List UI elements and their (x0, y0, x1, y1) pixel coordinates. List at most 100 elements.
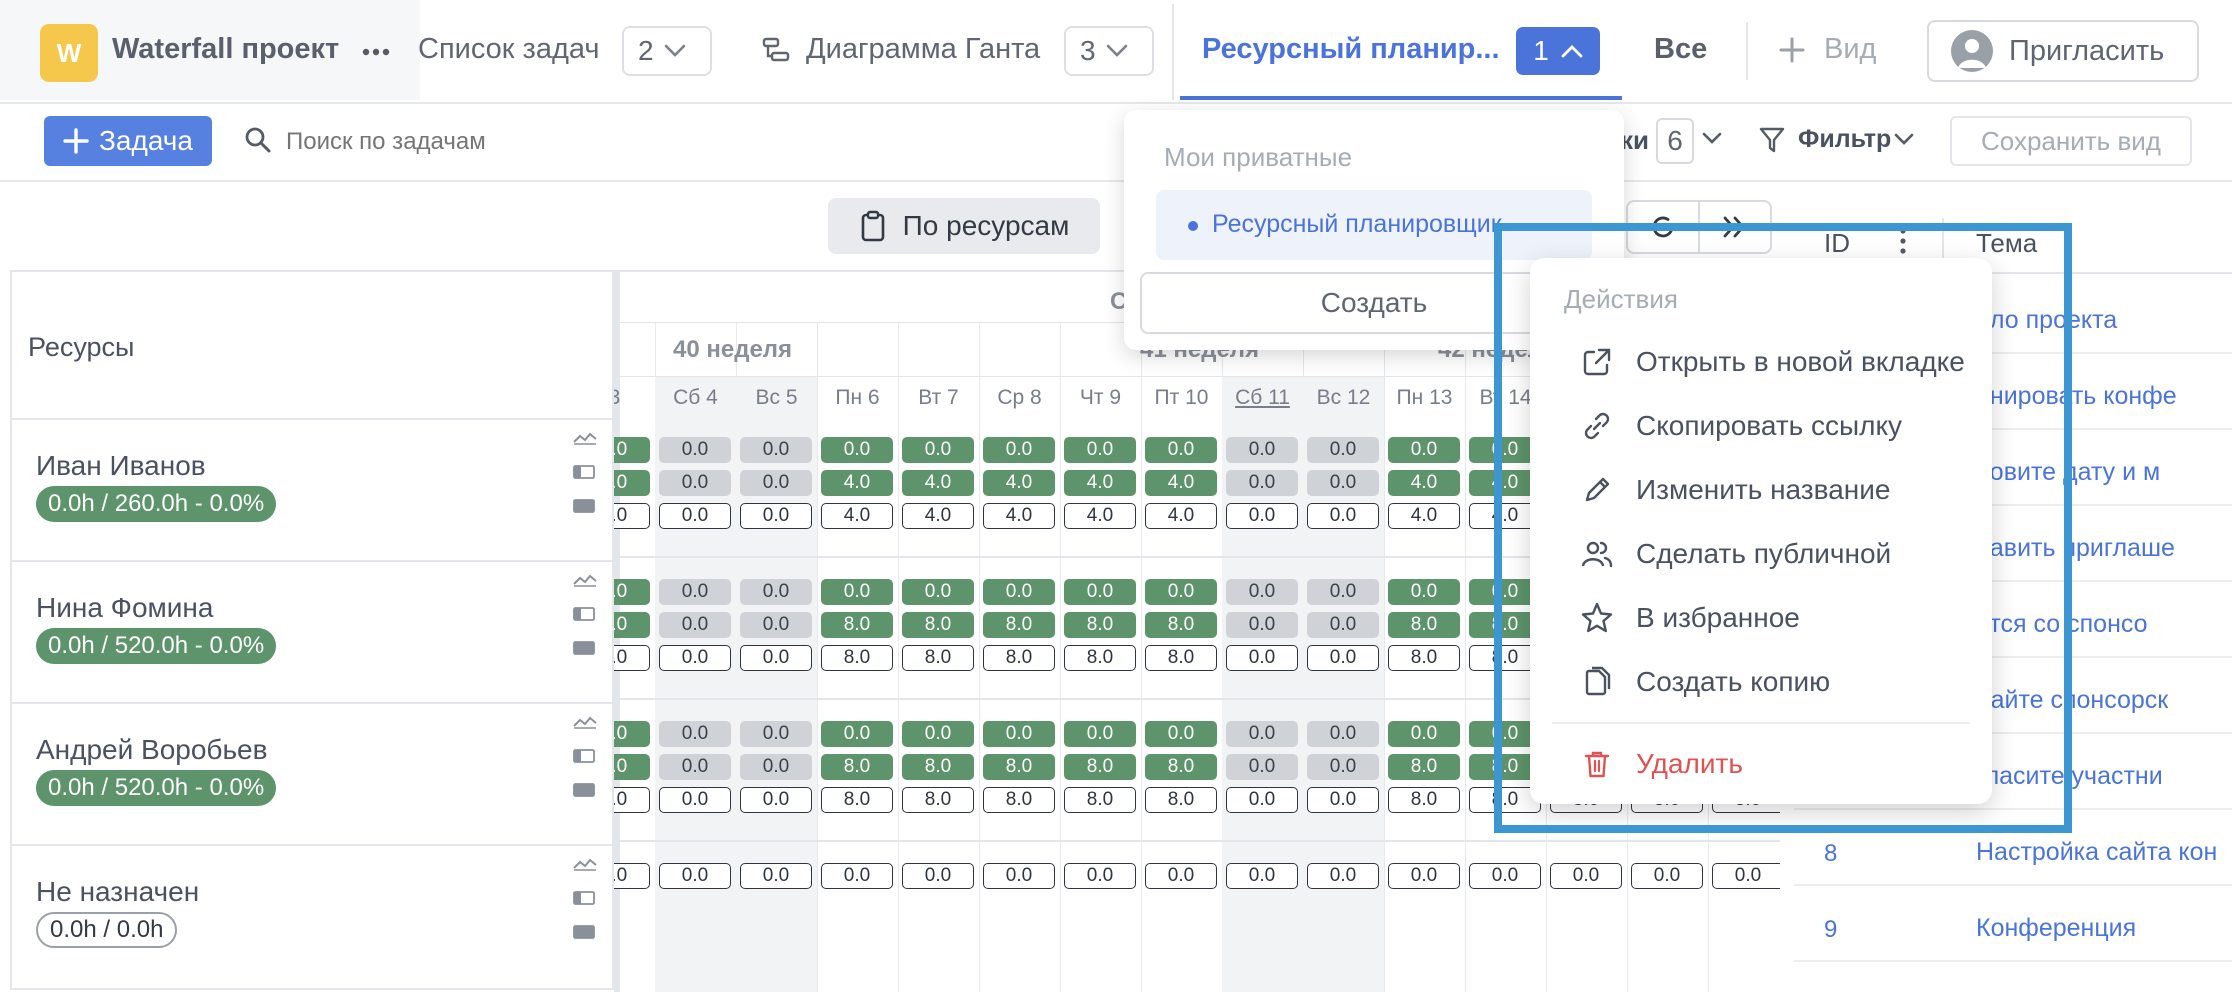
hours-input-cell[interactable]: 0.0 (740, 863, 812, 889)
column-divider (1141, 322, 1142, 992)
hours-input-cell[interactable]: 0.0 (740, 787, 812, 813)
add-task-label: Задача (99, 125, 193, 156)
hours-input-cell[interactable]: 0.0 (659, 503, 731, 529)
table-cell-topic[interactable]: Настройка сайта кон (1976, 838, 2217, 867)
hours-input-cell[interactable]: 0.0 (1226, 787, 1298, 813)
table-cell-topic[interactable]: Конференция (1976, 914, 2136, 943)
resource-name[interactable]: Нина Фомина (36, 592, 213, 624)
availability-cell: 0.0 (1226, 437, 1298, 463)
hours-input-cell[interactable]: 0.0 (1307, 503, 1379, 529)
hours-input-cell[interactable]: 0.0 (1226, 503, 1298, 529)
hours-input-cell[interactable]: 0.0 (1226, 645, 1298, 671)
hours-input-cell[interactable]: 0.0 (1307, 645, 1379, 671)
tab-task-list[interactable]: Список задач (418, 33, 600, 66)
hours-input-cell[interactable]: 0.0 (1469, 863, 1541, 889)
hours-input-cell[interactable]: 8.0 (1064, 787, 1136, 813)
chevron-down-icon[interactable] (1702, 132, 1722, 144)
resource-name[interactable]: Андрей Воробьев (36, 734, 268, 766)
hours-input-cell[interactable]: 0.0 (1550, 863, 1622, 889)
chevron-down-icon[interactable] (1894, 133, 1914, 145)
bullet-icon (1188, 221, 1198, 231)
hours-input-cell[interactable]: 0.0 (1145, 863, 1217, 889)
hours-input-cell[interactable]: 0.0 (1307, 787, 1379, 813)
group-by-resources-button[interactable]: По ресурсам (828, 198, 1100, 254)
hours-input-cell[interactable]: 0.0 (1064, 863, 1136, 889)
hours-input-cell[interactable]: 0.0 (1307, 863, 1379, 889)
hours-input-cell[interactable]: 0.0 (1226, 863, 1298, 889)
hours-input-cell[interactable]: 0.0 (740, 645, 812, 671)
table-cell-id[interactable]: 8 (1824, 840, 1837, 868)
capacity-cell: 8.0 (983, 612, 1055, 638)
hours-input-cell[interactable]: 4.0 (821, 503, 893, 529)
tab-resource-count[interactable]: 1 (1516, 27, 1600, 75)
availability-cell: 0.0 (1145, 437, 1217, 463)
hours-input-cell[interactable]: 8.0 (1064, 645, 1136, 671)
hours-input-cell[interactable]: 8.0 (983, 787, 1055, 813)
capacity-cell: 8.0 (1064, 612, 1136, 638)
hours-input-cell[interactable]: 4.0 (983, 503, 1055, 529)
tab-gantt[interactable]: Диаграмма Ганта (806, 33, 1040, 66)
filter-button[interactable]: Фильтр (1798, 125, 1891, 154)
capacity-cell: 8.0 (983, 754, 1055, 780)
week-divider (817, 322, 818, 376)
resource-name[interactable]: Не назначен (36, 876, 199, 908)
hours-input-cell[interactable]: 0.0 (821, 863, 893, 889)
hours-input-cell[interactable]: 0.0 (614, 863, 650, 889)
hours-input-cell[interactable]: 4.0 (902, 503, 974, 529)
hours-input-cell[interactable]: 0.0 (902, 863, 974, 889)
project-logo[interactable]: W (40, 24, 98, 82)
hours-input-cell[interactable]: 8.0 (1145, 645, 1217, 671)
resource-load-badge: 0.0h / 0.0h (36, 912, 178, 948)
hours-input-cell[interactable]: 0.0 (659, 863, 731, 889)
invite-button[interactable]: Пригласить (1927, 20, 2199, 82)
search-input[interactable] (284, 118, 748, 166)
hours-input-cell[interactable]: 8.0 (1388, 645, 1460, 671)
hours-input-cell[interactable]: 0.0 (1712, 863, 1780, 889)
tab-all[interactable]: Все (1654, 33, 1707, 66)
hours-input-cell[interactable]: 8.0 (1388, 787, 1460, 813)
hours-input-cell[interactable]: 0.0 (1388, 863, 1460, 889)
capacity-cell: 0.0 (659, 612, 731, 638)
hours-input-cell[interactable]: 4.0 (1064, 503, 1136, 529)
chevron-up-icon (1561, 45, 1583, 58)
hours-input-cell[interactable]: 0.0 (659, 645, 731, 671)
columns-count[interactable]: 6 (1656, 118, 1694, 164)
table-cell-id[interactable]: 9 (1824, 916, 1837, 944)
group-by-resources-label: По ресурсам (902, 210, 1070, 241)
resource-name[interactable]: Иван Иванов (36, 450, 206, 482)
hours-input-cell[interactable]: 4.0 (614, 503, 650, 529)
tab-gantt-count[interactable]: 3 (1064, 26, 1154, 76)
availability-cell: 0.0 (659, 721, 731, 747)
hours-input-cell[interactable]: 0.0 (1631, 863, 1703, 889)
availability-cell: 0.0 (1307, 721, 1379, 747)
hours-input-cell[interactable]: 4.0 (1145, 503, 1217, 529)
day-label: Пт 10 (1154, 386, 1209, 409)
hours-input-cell[interactable]: 8.0 (614, 645, 650, 671)
project-more-icon[interactable] (360, 40, 392, 64)
hours-input-cell[interactable]: 4.0 (1388, 503, 1460, 529)
plus-icon[interactable] (1778, 36, 1806, 64)
availability-cell: 0.0 (902, 437, 974, 463)
hours-input-cell[interactable]: 8.0 (614, 787, 650, 813)
project-name[interactable]: Waterfall проект (112, 33, 339, 66)
hours-input-cell[interactable]: 8.0 (902, 645, 974, 671)
hours-input-cell[interactable]: 0.0 (659, 787, 731, 813)
hours-input-cell[interactable]: 0.0 (740, 503, 812, 529)
filter-icon[interactable] (1758, 125, 1786, 155)
add-task-button[interactable]: Задача (44, 116, 212, 166)
tab-task-list-count[interactable]: 2 (622, 26, 712, 76)
hours-input-cell[interactable]: 8.0 (983, 645, 1055, 671)
add-view-button[interactable]: Вид (1824, 33, 1876, 66)
columns-label[interactable]: ки (1620, 125, 1649, 156)
save-view-button[interactable]: Сохранить вид (1950, 116, 2192, 166)
availability-cell: 0.0 (1307, 437, 1379, 463)
hours-input-cell[interactable]: 8.0 (821, 645, 893, 671)
hours-input-cell[interactable]: 0.0 (983, 863, 1055, 889)
tab-resource-planner-label[interactable]: Ресурсный планир... (1202, 33, 1500, 66)
bar-small-icon (572, 748, 596, 764)
views-section-title: Мои приватные (1164, 142, 1353, 172)
hours-input-cell[interactable]: 8.0 (1145, 787, 1217, 813)
hours-input-cell[interactable]: 8.0 (902, 787, 974, 813)
hours-input-cell[interactable]: 8.0 (821, 787, 893, 813)
capacity-cell: 0.0 (659, 754, 731, 780)
